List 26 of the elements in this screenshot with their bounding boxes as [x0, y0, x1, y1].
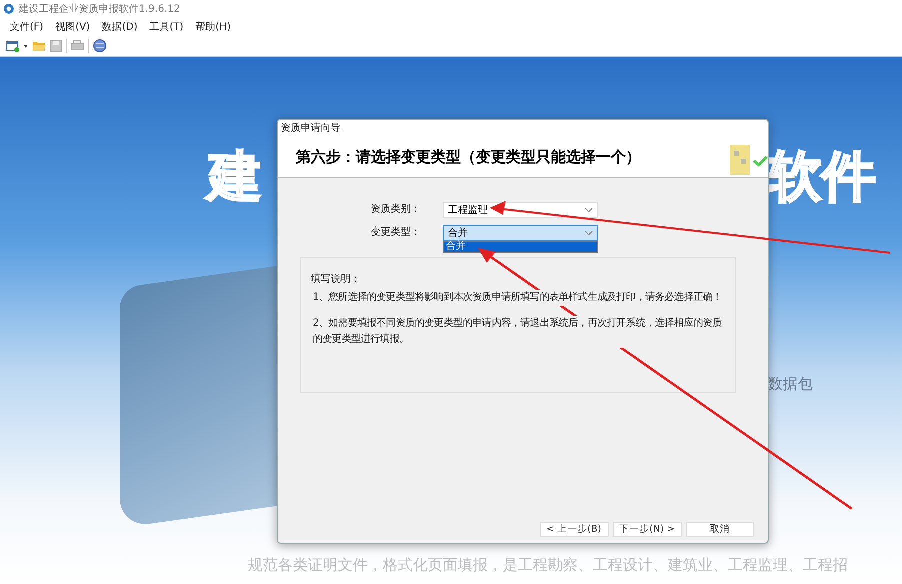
instructions-title: 填写说明：: [311, 272, 362, 286]
menu-item[interactable]: 文件(F): [10, 20, 44, 34]
menu-item[interactable]: 数据(D): [102, 20, 138, 34]
tagline: 规范各类证明文件，格式化页面填报，是工程勘察、工程设计、建筑业、工程监理、工程招: [248, 556, 848, 575]
window-title: 建设工程企业资质申报软件1.9.6.12: [19, 2, 180, 16]
step-heading: 第六步：请选择变更类型（变更类型只能选择一个）: [296, 148, 641, 167]
dialog-button[interactable]: 下一步(N) >: [612, 522, 682, 537]
dialog-title: 资质申请向导: [278, 120, 768, 138]
chevron-down-icon: [585, 208, 593, 212]
dropdown-field[interactable]: 工程监理: [443, 202, 598, 218]
new-window-icon[interactable]: [6, 40, 20, 52]
field-label: 资质类别：: [371, 202, 421, 217]
dropdown-option[interactable]: 合并: [444, 242, 597, 252]
background-text: 数据包: [768, 375, 813, 394]
wizard-graphic-icon: [728, 143, 768, 177]
logo-text: 软件: [768, 144, 876, 210]
caret-icon[interactable]: [24, 44, 28, 48]
menu-item[interactable]: 工具(T): [150, 20, 184, 34]
menu-item[interactable]: 帮助(H): [196, 20, 231, 34]
field-label: 变更类型：: [371, 226, 421, 240]
dropdown-field[interactable]: 合并: [443, 225, 598, 241]
app-logo-icon: [3, 3, 15, 15]
dialog-button[interactable]: 取消: [686, 522, 754, 537]
menu-item[interactable]: 视图(V): [56, 20, 90, 34]
chevron-down-icon: [585, 230, 593, 236]
dialog-button[interactable]: < 上一步(B): [540, 522, 608, 537]
